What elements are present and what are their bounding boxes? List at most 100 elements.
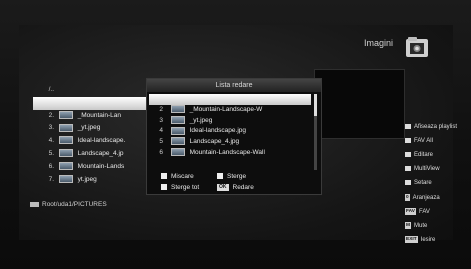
- file-index: 6.: [48, 162, 54, 170]
- playlist-index: 6: [159, 148, 163, 156]
- key-square-icon: [161, 173, 167, 180]
- menu-edit[interactable]: Editare: [405, 152, 433, 158]
- file-name: Mountain-Lands: [77, 162, 125, 170]
- image-thumbnail-icon: [58, 149, 73, 158]
- image-thumbnail-icon: [58, 174, 73, 183]
- menu-label: FAV All: [414, 138, 433, 145]
- menu-label: FAV: [418, 209, 430, 216]
- key-square-icon: [405, 152, 411, 157]
- file-name: _Mountain-Lan: [77, 111, 121, 119]
- play-action[interactable]: OK Redare: [217, 184, 254, 191]
- page-title: Imagini: [363, 38, 393, 48]
- key-square-icon: [161, 184, 167, 191]
- menu-label: Afiseaza playlist: [414, 124, 458, 131]
- delete-all-label: Sterge tot: [171, 184, 200, 191]
- playlist-item-selected[interactable]: [149, 94, 311, 105]
- menu-settings[interactable]: Setare: [405, 180, 432, 186]
- menu-label: Iesire: [420, 237, 436, 244]
- menu-label: MultiView: [414, 166, 440, 173]
- image-thumbnail-icon: [170, 105, 185, 114]
- ok-key-icon: OK: [217, 184, 229, 191]
- file-index: 5.: [48, 149, 54, 157]
- image-thumbnail-icon: [170, 137, 185, 146]
- playlist-item[interactable]: 6 Mountain-Landscape-Wall: [149, 148, 311, 159]
- file-row[interactable]: 2. _Mountain-Lan: [33, 110, 157, 123]
- menu-label: Aranjeaza: [412, 195, 440, 202]
- file-index: 7.: [48, 175, 54, 183]
- play-label: Redare: [232, 184, 254, 192]
- tv-screen: Imagini /.. 2. _Mountain-Lan 3. _yt.jpeg…: [0, 0, 471, 269]
- usb-icon: [30, 201, 39, 207]
- playlist-index: 2: [159, 105, 163, 113]
- menu-label: Mute: [414, 223, 428, 230]
- image-thumbnail-icon: [170, 115, 185, 124]
- picture-folder-icon: [406, 37, 428, 57]
- playlist-title: Lista redare: [147, 79, 321, 92]
- file-row-selected[interactable]: [33, 96, 157, 110]
- playlist-item-name: _yt.jpeg: [189, 116, 213, 124]
- playlist-item-name: Landscape_4.jpg: [189, 138, 240, 146]
- image-thumbnail-icon: [58, 162, 73, 171]
- image-thumbnail-icon: [58, 123, 73, 132]
- menu-arrange[interactable]: 0 Aranjeaza: [405, 194, 440, 201]
- delete-all-action[interactable]: Sterge tot: [161, 184, 199, 191]
- playlist-item[interactable]: 5 Landscape_4.jpg: [149, 137, 311, 148]
- delete-action[interactable]: Sterge: [217, 173, 246, 180]
- file-row[interactable]: 5. Landscape_4.jp: [33, 148, 157, 161]
- file-name: Landscape_4.jp: [77, 149, 124, 157]
- file-index: 4.: [48, 137, 54, 145]
- file-name: _yt.jpeg: [77, 124, 101, 132]
- zero-key-icon: 0: [405, 194, 410, 201]
- image-thumbnail-icon: [58, 136, 73, 145]
- playlist-index: 3: [159, 116, 163, 124]
- scrollbar-thumb[interactable]: [314, 94, 317, 116]
- playlist-index: 5: [159, 138, 163, 146]
- menu-fav-all[interactable]: FAV All: [405, 138, 433, 144]
- playlist-item[interactable]: 2 _Mountain-Landscape-W: [149, 105, 311, 116]
- playlist-scrollbar[interactable]: [314, 94, 317, 170]
- key-square-icon: [217, 173, 223, 180]
- file-index: 2.: [48, 111, 54, 119]
- move-action[interactable]: Miscare: [161, 173, 194, 180]
- playlist-index: 4: [159, 127, 163, 135]
- preview-pane: [314, 69, 405, 139]
- menu-multiview[interactable]: MultiView: [405, 166, 440, 172]
- file-name: Ideal-landscape.: [77, 137, 126, 145]
- current-path: Root/uda1/PICTURES: [30, 201, 107, 208]
- mute-key-icon: M: [405, 222, 411, 229]
- file-index: 3.: [48, 124, 54, 132]
- menu-mute[interactable]: M Mute: [405, 222, 427, 229]
- move-label: Miscare: [171, 173, 194, 180]
- playlist-item-name: Ideal-landscape.jpg: [189, 127, 246, 135]
- file-row[interactable]: 4. Ideal-landscape.: [33, 135, 157, 148]
- key-square-icon: [405, 138, 411, 143]
- key-square-icon: [405, 124, 411, 129]
- parent-folder-row[interactable]: /..: [33, 84, 157, 97]
- exit-key-icon: EXIT: [405, 236, 418, 243]
- file-name: yt.jpeg: [77, 175, 97, 183]
- image-thumbnail-icon: [170, 126, 185, 135]
- parent-folder-label: /..: [48, 86, 54, 93]
- menu-label: Editare: [414, 152, 434, 159]
- playlist-item[interactable]: 3 _yt.jpeg: [149, 115, 311, 127]
- menu-fav[interactable]: FAV FAV: [405, 208, 430, 215]
- image-thumbnail-icon: [170, 148, 185, 157]
- delete-label: Sterge: [227, 173, 247, 180]
- key-square-icon: [405, 180, 411, 185]
- file-row[interactable]: 7. yt.jpeg: [33, 174, 157, 187]
- fav-key-icon: FAV: [405, 208, 416, 215]
- playlist-item-name: Mountain-Landscape-Wall: [189, 148, 265, 156]
- playlist-list: 2 _Mountain-Landscape-W 3 _yt.jpeg 4 Ide…: [149, 94, 311, 159]
- playlist-item[interactable]: 4 Ideal-landscape.jpg: [149, 126, 311, 137]
- playlist-popup: Lista redare 2 _Mountain-Landscape-W 3 _…: [146, 78, 322, 195]
- menu-show-playlist[interactable]: Afiseaza playlist: [405, 124, 457, 130]
- playlist-item-name: _Mountain-Landscape-W: [189, 105, 263, 113]
- menu-exit[interactable]: EXIT Iesire: [405, 236, 435, 243]
- file-list: /.. 2. _Mountain-Lan 3. _yt.jpeg 4. Idea…: [33, 84, 157, 186]
- menu-label: Setare: [414, 180, 432, 187]
- path-label: Root/uda1/PICTURES: [42, 201, 107, 208]
- key-square-icon: [405, 166, 411, 171]
- file-row[interactable]: 6. Mountain-Lands: [33, 161, 157, 174]
- file-row[interactable]: 3. _yt.jpeg: [33, 122, 157, 135]
- image-thumbnail-icon: [58, 110, 73, 119]
